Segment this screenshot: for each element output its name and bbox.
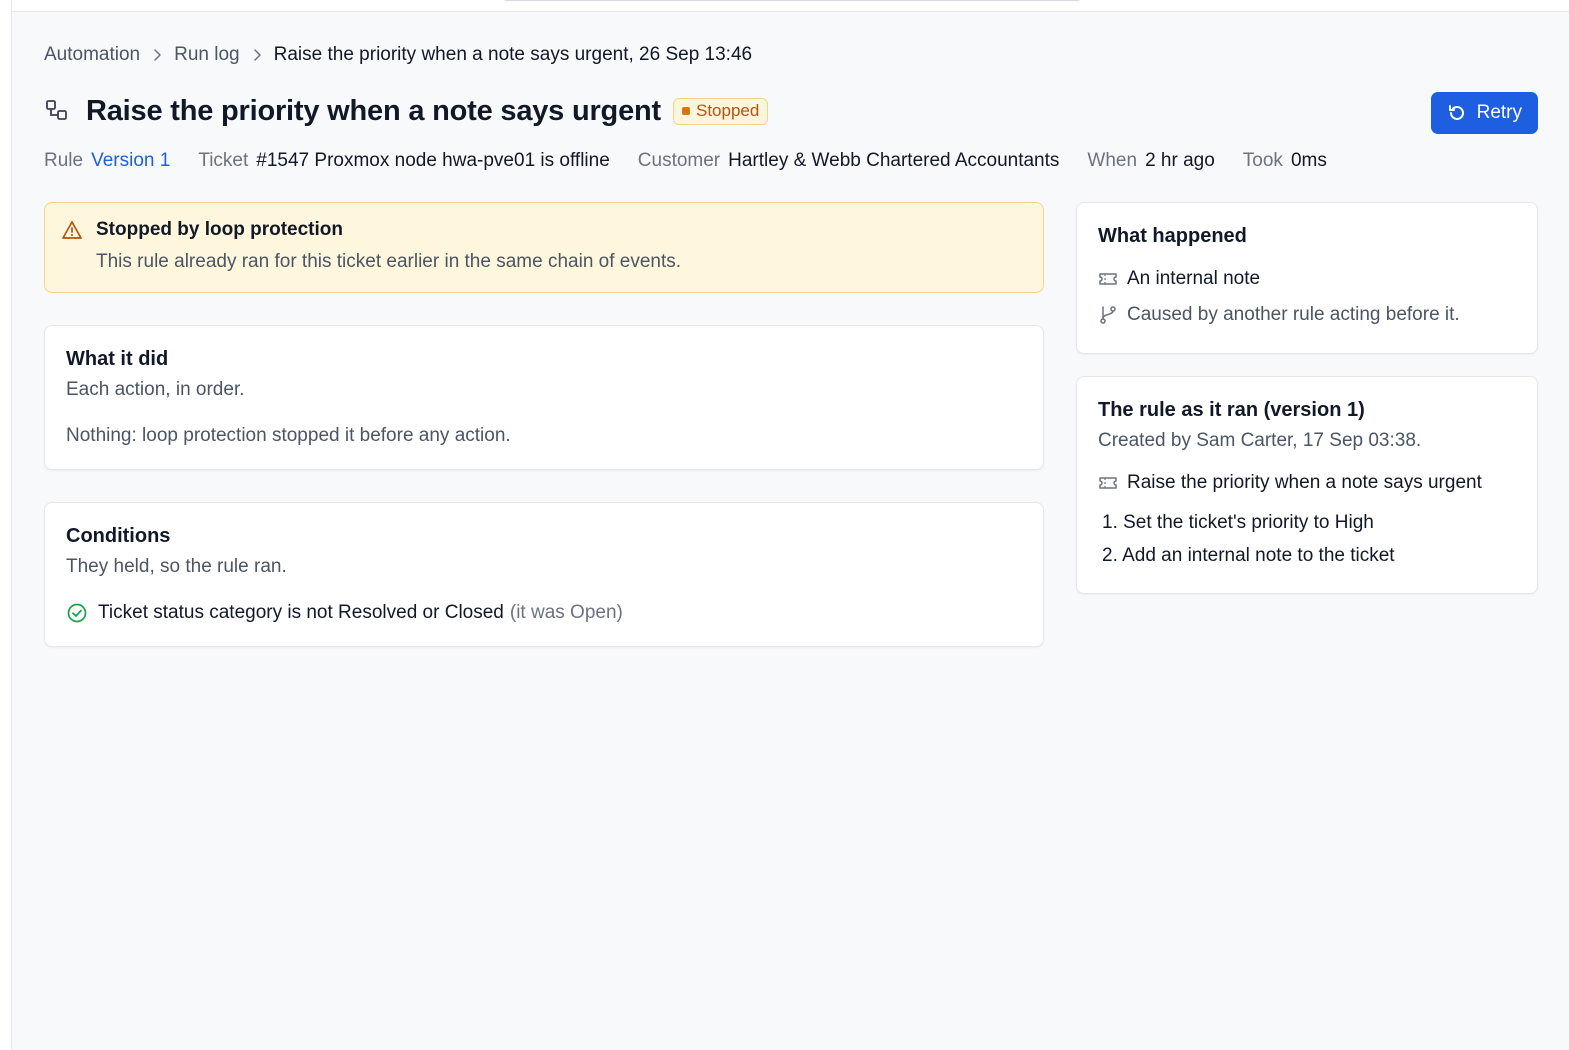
actions-card-body: Nothing: loop protection stopped it befo… (66, 425, 511, 446)
breadcrumb: Automation Run log Raise the priority wh… (44, 40, 1538, 70)
left-rail (0, 0, 12, 1050)
status-dot-icon (681, 107, 690, 115)
cause-text: Caused by another rule acting before it. (1127, 304, 1460, 325)
trigger-text: An internal note (1127, 268, 1261, 289)
condition-text: Ticket status category is not Resolved o… (98, 602, 504, 623)
check-circle-icon (66, 602, 88, 624)
rule-steps-list: 1. Set the ticket's priority to High 2. … (1102, 506, 1516, 572)
rule-snapshot-card: The rule as it ran (version 1) Created b… (1076, 376, 1538, 594)
meta-took: Took 0ms (1243, 150, 1327, 172)
alert-title: Stopped by loop protection (96, 219, 343, 240)
meta-rule: Rule Version 1 (44, 150, 170, 172)
meta-customer: Customer Hartley & Webb Chartered Accoun… (638, 150, 1060, 172)
alert-text: This rule already ran for this ticket ea… (96, 251, 682, 272)
rule-name: Raise the priority when a note says urge… (1127, 472, 1482, 493)
condition-row: Ticket status category is not Resolved o… (66, 602, 1022, 624)
search-input[interactable] (502, 0, 1082, 1)
breadcrumb-current: Raise the priority when a note says urge… (273, 44, 753, 65)
chevron-right-icon (152, 48, 162, 62)
what-happened-card: What happened An internal note Caused by… (1076, 202, 1538, 354)
retry-button[interactable]: Retry (1430, 92, 1538, 134)
meta-rule-label: Rule (44, 150, 84, 171)
automation-icon (44, 98, 70, 124)
ticket-icon (1098, 473, 1118, 493)
meta-row: Rule Version 1 Ticket #1547 Proxmox node… (44, 146, 1538, 176)
chevron-right-icon (252, 48, 262, 62)
rule-version-link[interactable]: Version 1 (91, 150, 170, 172)
rule-card-subtitle: Created by Sam Carter, 17 Sep 03:38. (1098, 430, 1422, 451)
rule-step: 1. Set the ticket's priority to High (1102, 512, 1374, 533)
meta-took-value: 0ms (1290, 150, 1327, 171)
loop-protection-alert: Stopped by loop protection This rule alr… (44, 202, 1044, 293)
meta-when-value: 2 hr ago (1145, 150, 1215, 171)
page-header: Raise the priority when a note says urge… (44, 88, 1538, 134)
top-bar (12, 0, 1569, 12)
page-title: Raise the priority when a note says urge… (86, 94, 661, 127)
meta-when-label: When (1087, 150, 1138, 171)
meta-customer-label: Customer (637, 150, 721, 171)
warning-icon (61, 219, 83, 241)
right-column: What happened An internal note Caused by… (1076, 202, 1538, 594)
rule-name-row: Raise the priority when a note says urge… (1098, 472, 1516, 494)
condition-note: (it was Open) (509, 602, 623, 623)
breadcrumb-run-log[interactable]: Run log (174, 44, 240, 66)
meta-took-label: Took (1242, 150, 1283, 171)
ticket-icon (1098, 269, 1118, 289)
meta-ticket-label: Ticket (198, 150, 249, 171)
breadcrumb-automation[interactable]: Automation (44, 44, 140, 66)
refresh-icon (1447, 103, 1467, 123)
actions-card: What it did Each action, in order. Nothi… (44, 325, 1044, 470)
status-badge-label: Stopped (695, 101, 760, 120)
status-badge: Stopped (672, 97, 769, 125)
rule-card-title: The rule as it ran (version 1) (1098, 399, 1365, 421)
rule-step: 2. Add an internal note to the ticket (1102, 545, 1395, 566)
main-content: Automation Run log Raise the priority wh… (44, 40, 1538, 647)
conditions-card-subtitle: They held, so the rule ran. (66, 556, 287, 577)
what-happened-title: What happened (1098, 225, 1247, 247)
left-column: Stopped by loop protection This rule alr… (44, 202, 1044, 647)
trigger-row: An internal note (1098, 268, 1516, 290)
meta-when: When 2 hr ago (1087, 150, 1214, 172)
meta-ticket: Ticket #1547 Proxmox node hwa-pve01 is o… (198, 150, 609, 172)
actions-card-title: What it did (66, 348, 169, 370)
git-branch-icon (1098, 305, 1118, 325)
customer-link[interactable]: Hartley & Webb Chartered Accountants (728, 150, 1059, 172)
conditions-card: Conditions They held, so the rule ran. T… (44, 502, 1044, 647)
conditions-card-title: Conditions (66, 525, 171, 547)
retry-button-label: Retry (1476, 102, 1522, 123)
ticket-link[interactable]: #1547 Proxmox node hwa-pve01 is offline (256, 150, 610, 172)
actions-card-subtitle: Each action, in order. (66, 379, 245, 400)
cause-row: Caused by another rule acting before it. (1098, 304, 1516, 326)
